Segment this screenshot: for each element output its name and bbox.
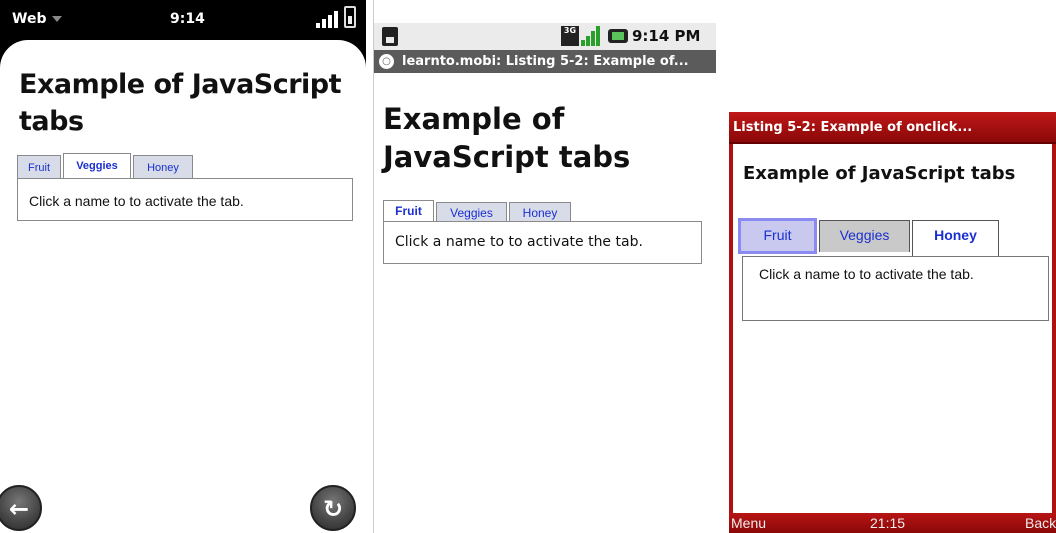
frame-left [729,144,733,513]
signal-icon [581,26,601,46]
back-arrow-icon: ← [8,495,30,523]
battery-icon [608,29,628,43]
tab-fruit[interactable]: Fruit [738,218,817,254]
softkey-bar: Menu 21:15 Back [729,513,1056,533]
clock: 9:14 PM [632,27,701,45]
favicon-icon: ○ [379,54,394,69]
opera-phone: Listing 5-2: Example of onclick... Examp… [729,112,1056,533]
android-phone: 3G 9:14 PM ○ learnto.mobi: Listing 5-2: … [373,0,716,533]
page-title: Example of JavaScript tabs [383,102,631,174]
page-tab-title: learnto.mobi: Listing 5-2: Example of... [402,54,689,69]
sd-card-icon [382,27,398,46]
back-button[interactable]: ← [0,485,42,531]
webos-phone: Web 9:14 Example of JavaScript tabs Frui… [0,0,366,533]
reload-icon: ↻ [322,495,344,523]
tab-content: Click a name to to activate the tab. [17,178,353,221]
status-bar: Web 9:14 [0,0,366,40]
tab-veggies[interactable]: Veggies [63,153,131,180]
signal-icon [316,10,340,28]
chevron-down-icon [52,16,63,22]
app-menu[interactable]: Web [12,11,63,27]
status-bar: 3G 9:14 PM [374,23,716,50]
tab-content: Click a name to to activate the tab. [742,256,1049,321]
web-page: Example of JavaScript tabs Fruit Veggies… [0,40,366,533]
page-title: Example of JavaScript tabs [743,163,1016,184]
tab-fruit[interactable]: Fruit [383,200,434,223]
tab-content: Click a name to to activate the tab. [383,221,702,264]
clock: 21:15 [870,515,906,531]
network-3g-icon: 3G [561,26,579,46]
url-bar[interactable]: ○ learnto.mobi: Listing 5-2: Example of.… [374,50,716,73]
tab-veggies[interactable]: Veggies [819,220,910,252]
tab-honey[interactable]: Honey [912,220,999,258]
frame-right [1052,144,1056,513]
comparison-stage: Web 9:14 Example of JavaScript tabs Frui… [0,0,1056,533]
tab-veggies[interactable]: Veggies [436,202,507,222]
menu-softkey[interactable]: Menu [731,513,766,533]
clock: 9:14 [170,11,205,27]
back-softkey[interactable]: Back [1025,513,1056,533]
tab-honey[interactable]: Honey [133,155,193,179]
reload-button[interactable]: ↻ [310,485,356,531]
tab-honey[interactable]: Honey [509,202,571,222]
tab-fruit[interactable]: Fruit [17,155,61,179]
battery-icon [344,6,356,28]
window-title: Listing 5-2: Example of onclick... [729,112,1056,144]
page-title: Example of JavaScript tabs [19,69,342,137]
